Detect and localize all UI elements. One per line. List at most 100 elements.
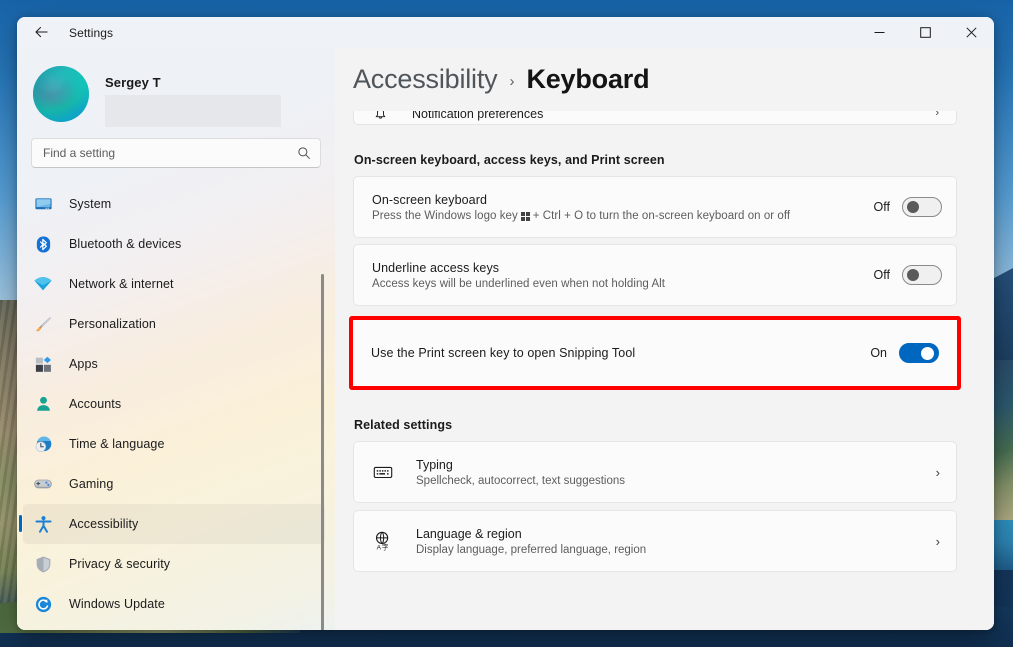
sidebar-item-label: System (69, 197, 112, 211)
main-pane: Accessibility › Keyboard Notification pr… (335, 48, 994, 630)
window-body: Sergey T Find a setting System Bluetooth… (17, 48, 994, 630)
back-button[interactable] (25, 17, 57, 48)
related-subtitle: Display language, preferred language, re… (416, 543, 647, 556)
accessibility-icon (33, 514, 53, 534)
sidebar-item-label: Gaming (69, 477, 114, 491)
sidebar: Sergey T Find a setting System Bluetooth… (17, 48, 335, 630)
setting-title: Underline access keys (372, 260, 500, 275)
sidebar-item-label: Windows Update (69, 597, 165, 611)
toggle-group: Off (874, 197, 942, 217)
setting-subtitle-before: Press the Windows logo key (372, 209, 518, 222)
toggle-group: Off (874, 265, 942, 285)
update-icon (33, 594, 53, 614)
display-icon (33, 194, 53, 214)
setting-texts: Underline access keys Access keys will b… (372, 261, 860, 290)
print-screen-snipping-tool-toggle[interactable] (899, 343, 939, 363)
underline-access-keys-toggle[interactable] (902, 265, 942, 285)
sidebar-item-label: Apps (69, 357, 98, 371)
section-heading-related-settings: Related settings (354, 418, 453, 432)
sidebar-item-label: Accounts (69, 397, 122, 411)
setting-title: Use the Print screen key to open Snippin… (371, 346, 636, 360)
section-heading-onscreen-keyboard: On-screen keyboard, access keys, and Pri… (354, 153, 665, 167)
chevron-right-icon: › (935, 464, 940, 480)
sidebar-item-privacy-security[interactable]: Privacy & security (23, 544, 325, 584)
chevron-right-icon: › (935, 533, 940, 549)
arrow-left-icon (34, 26, 48, 38)
toggle-knob (907, 269, 919, 281)
desktop-background: Settings Sergey T Find a setting System … (0, 0, 1013, 647)
shield-icon (33, 554, 53, 574)
clock-globe-icon (33, 434, 53, 454)
toggle-knob (907, 201, 919, 213)
windows-logo-key-icon (520, 212, 530, 221)
related-row-typing[interactable]: Typing Spellcheck, autocorrect, text sug… (353, 441, 957, 503)
settings-window: Settings Sergey T Find a setting System … (17, 17, 994, 630)
close-button[interactable] (948, 17, 994, 48)
account-block[interactable]: Sergey T (17, 48, 335, 127)
breadcrumb-parent-link[interactable]: Accessibility (353, 64, 498, 95)
paintbrush-icon (33, 314, 53, 334)
search-input[interactable] (43, 146, 297, 160)
related-texts: Typing Spellcheck, autocorrect, text sug… (416, 458, 926, 487)
avatar (33, 66, 89, 122)
account-email-redacted (105, 95, 281, 127)
window-controls (856, 17, 994, 48)
sidebar-nav: System Bluetooth & devices Network & int… (17, 184, 335, 630)
sidebar-item-windows-update[interactable]: Windows Update (23, 584, 325, 624)
setting-row-underline-access-keys[interactable]: Underline access keys Access keys will b… (353, 244, 957, 306)
setting-subtitle: Press the Windows logo key + Ctrl + O to… (372, 210, 860, 222)
maximize-icon (919, 27, 931, 38)
related-texts: Language & region Display language, pref… (416, 527, 926, 556)
sidebar-item-label: Privacy & security (69, 557, 171, 571)
sidebar-item-network-internet[interactable]: Network & internet (23, 264, 325, 304)
toggle-state-label: Off (873, 200, 890, 214)
sidebar-item-accessibility[interactable]: Accessibility (19, 504, 325, 544)
sidebar-item-label: Time & language (69, 437, 165, 451)
title-bar: Settings (17, 17, 994, 48)
sidebar-scrollbar[interactable] (321, 274, 324, 630)
toggle-state-label: Off (873, 268, 890, 282)
search-icon (298, 147, 310, 159)
related-row-language-region[interactable]: A 字 Language & region Display language, … (353, 510, 957, 572)
related-subtitle: Spellcheck, autocorrect, text suggestion… (416, 474, 626, 487)
search-box[interactable] (31, 138, 321, 168)
settings-content: Notification preferences › On-screen key… (335, 95, 994, 630)
svg-text:字: 字 (382, 543, 389, 552)
sidebar-item-personalization[interactable]: Personalization (23, 304, 325, 344)
sidebar-item-accounts[interactable]: Accounts (23, 384, 325, 424)
setting-row-print-screen-snipping-tool[interactable]: Use the Print screen key to open Snippin… (353, 320, 957, 386)
wifi-icon (33, 274, 53, 294)
sidebar-item-bluetooth-devices[interactable]: Bluetooth & devices (23, 224, 325, 264)
sidebar-item-gaming[interactable]: Gaming (23, 464, 325, 504)
language-globe-icon: A 字 (370, 530, 396, 552)
minimize-button[interactable] (856, 17, 902, 48)
setting-row-onscreen-keyboard[interactable]: On-screen keyboard Press the Windows log… (353, 176, 957, 238)
sidebar-item-time-language[interactable]: Time & language (23, 424, 325, 464)
highlight-annotation-box: Use the Print screen key to open Snippin… (349, 316, 961, 390)
sidebar-item-label: Network & internet (69, 277, 174, 291)
toggle-state-label: On (870, 346, 887, 360)
breadcrumb: Accessibility › Keyboard (335, 48, 994, 111)
sidebar-item-system[interactable]: System (23, 184, 325, 224)
person-icon (33, 394, 53, 414)
close-icon (965, 27, 977, 38)
related-title: Language & region (416, 526, 522, 541)
related-title: Typing (416, 457, 453, 472)
sidebar-item-label: Bluetooth & devices (69, 237, 182, 251)
sidebar-item-label: Accessibility (69, 517, 139, 531)
setting-title: On-screen keyboard (372, 192, 488, 207)
toggle-knob (921, 346, 934, 360)
maximize-button[interactable] (902, 17, 948, 48)
sidebar-item-apps[interactable]: Apps (23, 344, 325, 384)
apps-icon (33, 354, 53, 374)
setting-subtitle-after: + Ctrl + O to turn the on-screen keyboar… (532, 209, 791, 222)
onscreen-keyboard-toggle[interactable] (902, 197, 942, 217)
setting-texts: Use the Print screen key to open Snippin… (371, 346, 856, 360)
window-title: Settings (69, 25, 114, 40)
account-name: Sergey T (105, 75, 161, 90)
account-info: Sergey T (105, 66, 335, 127)
bluetooth-icon (33, 234, 53, 254)
setting-subtitle: Access keys will be underlined even when… (372, 277, 666, 290)
toggle-group: On (870, 343, 939, 363)
minimize-icon (874, 32, 884, 33)
